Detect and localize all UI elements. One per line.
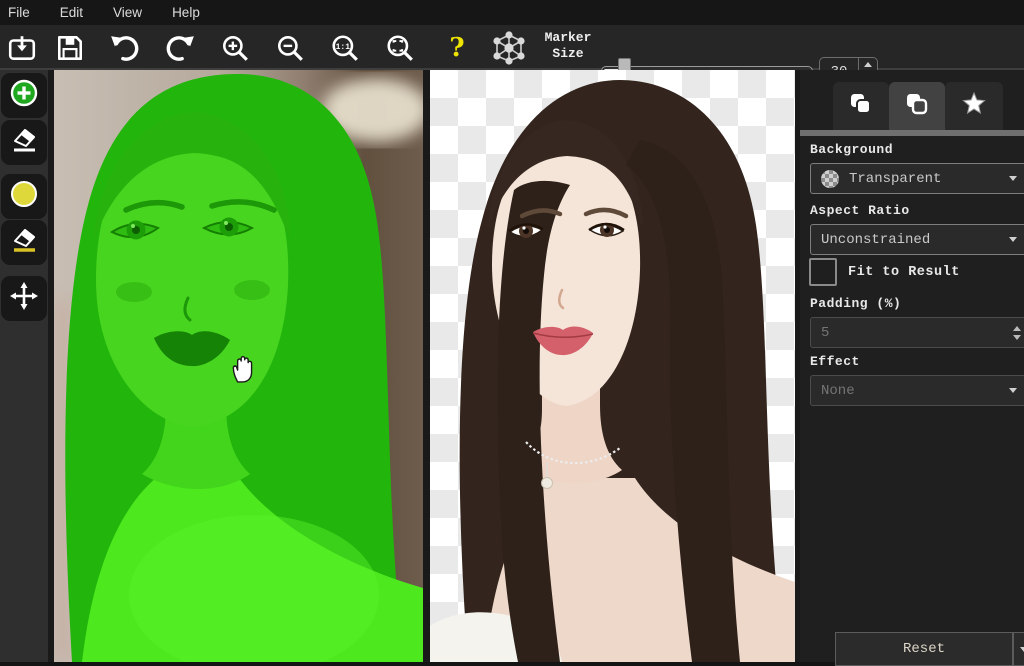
green-plus-icon — [9, 78, 39, 113]
zoom-out-button[interactable] — [273, 31, 307, 65]
import-button[interactable] — [5, 31, 39, 65]
background-label: Background — [810, 142, 893, 157]
menu-help[interactable]: Help — [172, 5, 200, 20]
yellow-circle-icon — [9, 179, 39, 214]
background-value: Transparent — [849, 171, 941, 187]
toolbar: 1:1 ? Marker Size 30 — [0, 25, 1024, 70]
save-button[interactable] — [53, 31, 87, 65]
effect-select[interactable]: None — [810, 375, 1024, 406]
help-button[interactable]: ? — [440, 31, 474, 65]
tab-layers[interactable] — [833, 82, 889, 130]
padding-spin-arrows[interactable] — [1009, 318, 1024, 347]
canvas-area — [48, 70, 800, 662]
zoom-fit-icon — [385, 33, 415, 63]
tool-sidebar — [0, 70, 48, 662]
dropdown-arrow-icon — [1009, 176, 1017, 181]
help-icon: ? — [449, 33, 464, 63]
marker-size-label: Marker Size — [540, 30, 596, 63]
open-hand-cursor — [230, 353, 256, 383]
result-image-view[interactable] — [430, 70, 795, 662]
undo-button[interactable] — [108, 31, 142, 65]
erase-background-marker-tool[interactable] — [1, 220, 47, 265]
menu-bar: File Edit View Help — [0, 0, 1024, 25]
pan-tool[interactable] — [1, 276, 47, 321]
reset-label: Reset — [903, 641, 945, 657]
padding-value: 5 — [821, 325, 829, 341]
fit-to-result-checkbox[interactable] — [809, 258, 837, 286]
redo-icon — [164, 33, 196, 63]
result-portrait-graphic — [430, 70, 795, 662]
save-icon — [55, 33, 85, 63]
transparent-swatch-icon — [821, 170, 839, 188]
dropdown-arrow-icon — [1009, 237, 1017, 242]
aspect-ratio-select[interactable]: Unconstrained — [810, 224, 1024, 255]
dropdown-arrow-icon — [1009, 388, 1017, 393]
eraser-yellow-icon — [9, 225, 39, 260]
add-foreground-marker-tool[interactable] — [1, 73, 47, 118]
redo-button[interactable] — [163, 31, 197, 65]
menu-view[interactable]: View — [113, 5, 142, 20]
effect-label: Effect — [810, 354, 860, 369]
padding-spinbox[interactable]: 5 — [810, 317, 1024, 348]
input-image-view[interactable] — [54, 70, 423, 662]
dropdown-arrow-icon — [1020, 647, 1024, 652]
down-arrow-icon — [1013, 335, 1021, 340]
eraser-white-icon — [9, 125, 39, 160]
undo-icon — [109, 33, 141, 63]
menu-file[interactable]: File — [8, 5, 30, 20]
aspect-ratio-label: Aspect Ratio — [810, 203, 910, 218]
erase-foreground-marker-tool[interactable] — [1, 120, 47, 165]
aspect-ratio-value: Unconstrained — [821, 232, 930, 248]
star-icon — [960, 90, 988, 123]
move-arrows-icon — [9, 281, 39, 316]
panel-scrollbar[interactable] — [800, 130, 1024, 136]
zoom-actual-icon: 1:1 — [330, 33, 360, 63]
fit-to-result-label: Fit to Result — [848, 265, 960, 280]
zoom-actual-button[interactable]: 1:1 — [328, 31, 362, 65]
segmentation-icon — [487, 28, 531, 68]
up-arrow-icon — [864, 62, 872, 67]
import-icon — [7, 33, 37, 63]
zoom-in-icon — [220, 33, 250, 63]
menu-edit[interactable]: Edit — [60, 5, 83, 20]
reset-button[interactable]: Reset — [835, 632, 1013, 666]
zoom-out-icon — [275, 33, 305, 63]
zoom-in-button[interactable] — [218, 31, 252, 65]
padding-label: Padding (%) — [810, 296, 901, 311]
reset-dropdown-button[interactable] — [1013, 632, 1024, 666]
segmentation-button[interactable] — [486, 31, 532, 65]
tab-mask[interactable] — [889, 82, 945, 130]
up-arrow-icon — [1013, 326, 1021, 331]
effect-value: None — [821, 383, 855, 399]
copy-outline-icon — [903, 90, 931, 123]
copy-filled-icon — [847, 90, 875, 123]
svg-text:1:1: 1:1 — [336, 43, 351, 52]
add-background-marker-tool[interactable] — [1, 174, 47, 219]
settings-panel: Background Transparent Aspect Ratio Unco… — [800, 70, 1024, 662]
zoom-fit-button[interactable] — [383, 31, 417, 65]
background-select[interactable]: Transparent — [810, 163, 1024, 194]
tab-favorites[interactable] — [945, 82, 1003, 130]
